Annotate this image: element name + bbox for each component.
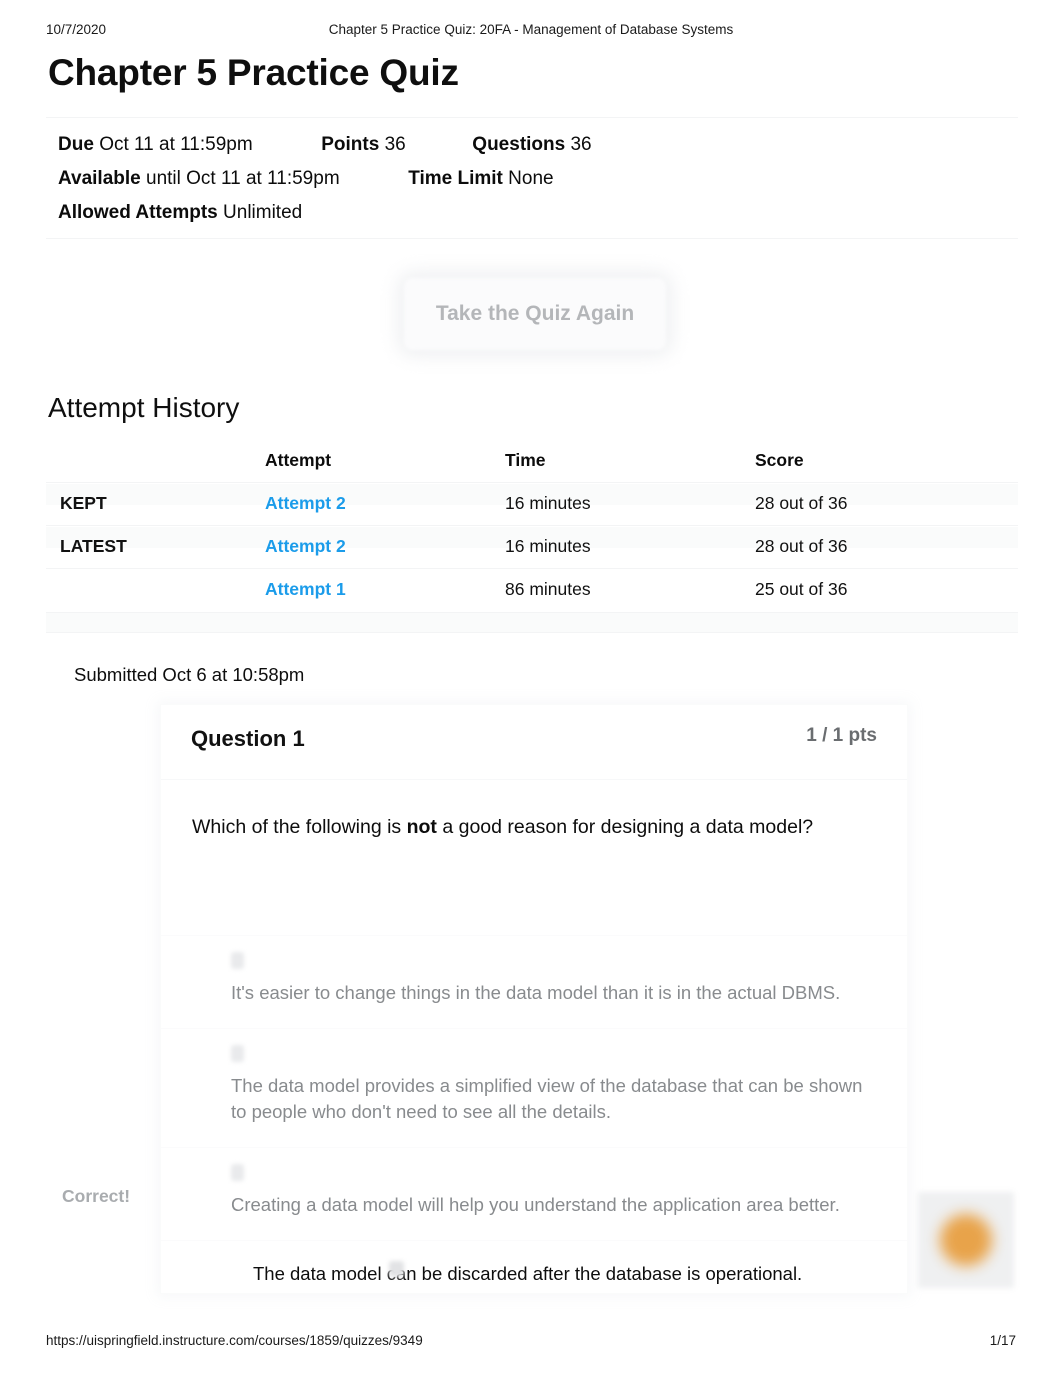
answer-options: It's easier to change things in the data… [161,935,907,1307]
row-time: 16 minutes [505,536,591,556]
question-prompt: Which of the following is not a good rea… [192,814,882,841]
correct-badge: Correct! [62,1186,131,1206]
questions-value: 36 [570,134,592,155]
question-card: Question 1 1 / 1 pts Which of the follow… [160,704,908,1294]
answer-option[interactable]: The data model provides a simplified vie… [161,1028,907,1147]
print-footer: https://uispringfield.instructure.com/co… [0,1333,1062,1353]
divider-top [46,117,1018,118]
page-title: Chapter 5 Practice Quiz [48,52,459,93]
quiz-meta-row-2: Available until Oct 11 at 11:59pm Time L… [58,162,592,196]
row-time: 86 minutes [505,579,591,599]
answer-text: Creating a data model will help you unde… [231,1194,840,1215]
question-card-header: Question 1 1 / 1 pts [161,705,907,780]
allowed-attempts-value: Unlimited [223,202,303,223]
take-quiz-again-label: Take the Quiz Again [435,302,635,325]
available-value: until Oct 11 at 11:59pm [146,168,340,189]
time-limit-label: Time Limit [408,168,503,189]
row-score: 25 out of 36 [755,579,848,599]
col-header-attempt: Attempt [265,450,332,470]
attempt-link[interactable]: Attempt 2 [265,536,346,557]
footer-page-number: 1/17 [989,1333,1016,1348]
row-score: 28 out of 36 [755,536,848,556]
question-prompt-emphasis: not [406,816,437,838]
take-quiz-again-button[interactable]: Take the Quiz Again [404,278,666,350]
submitted-timestamp: Submitted Oct 6 at 10:58pm [74,664,305,685]
attempt-link[interactable]: Attempt 1 [265,579,346,600]
allowed-attempts-label: Allowed Attempts [58,202,218,223]
points-label: Points [321,134,380,155]
available-label: Available [58,168,141,189]
print-header-title: Chapter 5 Practice Quiz: 20FA - Manageme… [328,22,734,37]
table-row: Attempt 1 86 minutes 25 out of 36 [46,579,1018,622]
due-value: Oct 11 at 11:59pm [99,134,253,155]
question-number: Question 1 [191,726,305,751]
attempt-link[interactable]: Attempt 2 [265,493,346,514]
row-status: KEPT [60,493,107,513]
points-value: 36 [384,134,406,155]
table-row: LATEST Attempt 2 16 minutes 28 out of 36 [46,536,1018,579]
question-prompt-after: a good reason for designing a data model… [436,816,814,838]
quiz-metadata: Due Oct 11 at 11:59pm Points 36 Question… [58,128,592,230]
footer-url: https://uispringfield.instructure.com/co… [46,1333,423,1348]
radio-button-icon[interactable] [231,952,244,969]
table-header-row: Attempt Time Score [46,450,1018,493]
attempt-history-title: Attempt History [48,392,240,423]
answer-text: The data model provides a simplified vie… [231,1075,863,1122]
questions-label: Questions [472,134,566,155]
answer-text: It's easier to change things in the data… [231,982,841,1003]
attempt-history-table: Attempt Time Score KEPT Attempt 2 16 min… [46,450,1018,622]
row-score: 28 out of 36 [755,493,848,513]
row-time: 16 minutes [505,493,591,513]
table-rule-5 [46,632,1018,633]
radio-button-selected-icon[interactable] [389,1261,404,1277]
row-status: LATEST [60,536,127,556]
quiz-meta-row-1: Due Oct 11 at 11:59pm Points 36 Question… [58,128,592,162]
due-label: Due [58,134,94,155]
print-header: 10/7/2020 Chapter 5 Practice Quiz: 20FA … [0,22,1062,42]
radio-button-icon[interactable] [231,1164,244,1181]
answer-text: The data model can be discarded after th… [253,1263,803,1284]
question-prompt-before: Which of the following is [192,816,407,838]
orange-circle-icon [940,1214,992,1266]
answer-option[interactable]: Creating a data model will help you unde… [161,1147,907,1240]
quiz-meta-row-3: Allowed Attempts Unlimited [58,196,592,230]
time-limit-value: None [508,168,554,189]
table-row: KEPT Attempt 2 16 minutes 28 out of 36 [46,493,1018,536]
answer-option[interactable]: It's easier to change things in the data… [161,935,907,1028]
col-header-time: Time [505,450,546,470]
col-header-score: Score [755,450,804,470]
answer-option-selected[interactable]: The data model can be discarded after th… [161,1240,907,1307]
divider-bottom [46,238,1018,239]
question-points: 1 / 1 pts [806,725,877,746]
radio-button-icon[interactable] [231,1045,244,1062]
